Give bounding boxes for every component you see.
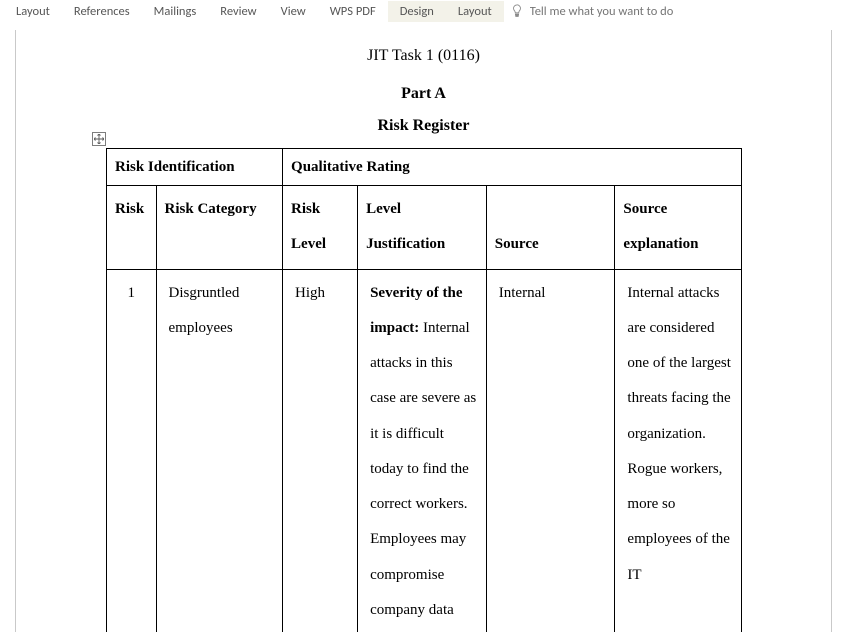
cell-risk-category: Disgruntled employees [156,269,283,632]
cell-risk-num: 1 [107,269,157,632]
tab-design[interactable]: Design [388,1,446,22]
col-header-source: Source [486,186,615,270]
group-header-qual-rating: Qualitative Rating [283,149,742,186]
tab-layout[interactable]: Layout [4,1,62,22]
tab-view[interactable]: View [269,1,318,22]
cell-source: Internal [486,269,615,632]
document-page: JIT Task 1 (0116) Part A Risk Register R… [15,30,832,632]
col-header-source-expl: Source explanation [615,186,742,270]
lightbulb-icon [510,4,524,18]
col-header-level-just: Level Justification [358,186,487,270]
table-move-handle[interactable] [92,132,106,146]
tab-mailings[interactable]: Mailings [142,1,209,22]
risk-register-table: Risk Identification Qualitative Rating R… [106,148,742,632]
col-header-risk-level: Risk Level [283,186,358,270]
tab-review[interactable]: Review [208,1,268,22]
tab-layout-2[interactable]: Layout [446,1,504,22]
tell-me-box[interactable] [510,3,732,20]
table-row: 1 Disgruntled employees High Severity of… [107,269,742,632]
col-header-risk: Risk [107,186,157,270]
doc-title: JIT Task 1 (0116) [16,40,831,72]
cell-risk-level: High [283,269,358,632]
doc-part-a: Part A [16,78,831,110]
ribbon-tabs: Layout References Mailings Review View W… [0,0,843,22]
cell-level-just-rest: Internal attacks in this case are severe… [370,320,476,618]
group-header-risk-ident: Risk Identification [107,149,283,186]
col-header-risk-cat: Risk Category [156,186,283,270]
tab-references[interactable]: References [62,1,142,22]
cell-level-just: Severity of the impact: Internal attacks… [358,269,487,632]
cell-source-expl: Internal attacks are considered one of t… [615,269,742,632]
tell-me-input[interactable] [528,3,732,20]
tab-wps-pdf[interactable]: WPS PDF [318,1,388,22]
doc-part-a-sub: Risk Register [16,110,831,142]
